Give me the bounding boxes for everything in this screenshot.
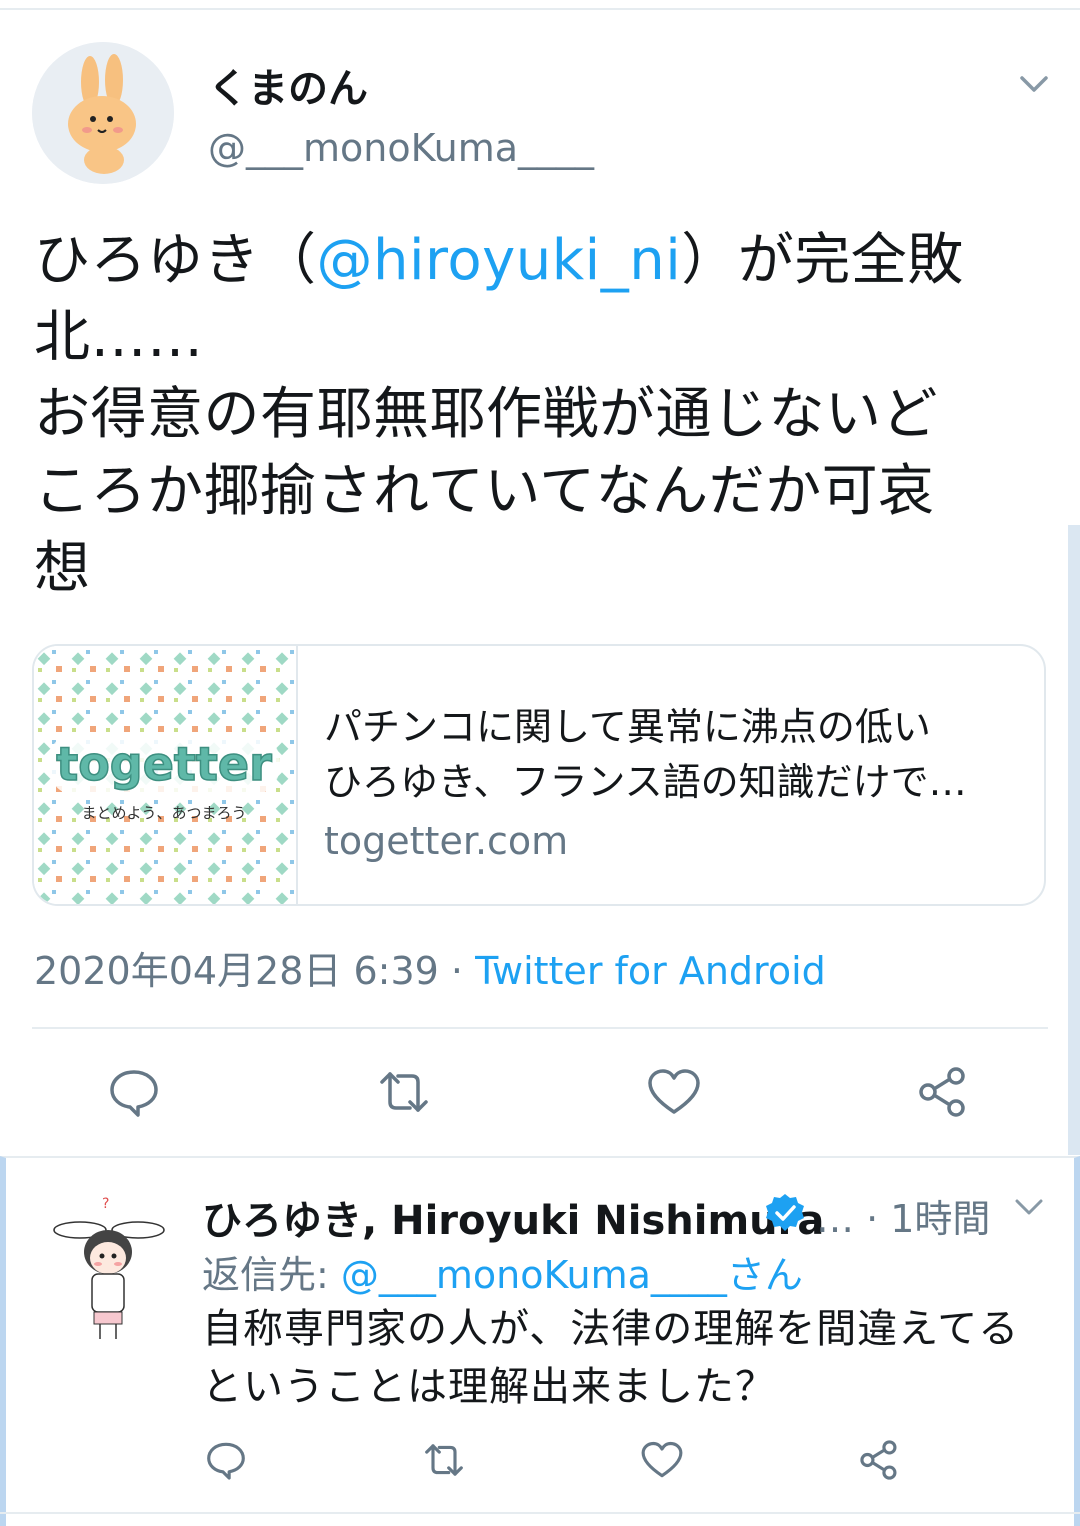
author-avatar[interactable] [32,42,174,184]
togetter-tagline: まとめよう、あつまろう [81,804,246,822]
reply-tweet[interactable]: ? ひろゆき, Hiroyuki Nishimura … · 1時間 返信先: … [0,1156,1080,1526]
like-icon[interactable] [640,1438,684,1482]
reply-to-line: 返信先: @___monoKuma____さん [202,1244,803,1299]
like-icon[interactable] [646,1064,702,1120]
timestamp: 2020年04月28日 6:39 · [34,949,476,993]
reply-icon[interactable] [204,1438,248,1482]
card-domain: togetter.com [324,819,569,863]
reply-author-name[interactable]: ひろゆき, Hiroyuki Nishimura [202,1188,824,1246]
bottom-divider [0,1512,1080,1514]
mention-link[interactable]: @hiroyuki_ni [317,228,682,293]
tweet-meta: 2020年04月28日 6:39 · Twitter for Android [34,940,826,995]
reply-time: … · 1時間 [816,1197,991,1241]
tweet-text-before: ひろゆき（ [34,228,317,293]
retweet-icon[interactable] [422,1438,466,1482]
link-card[interactable]: togetter まとめよう、あつまろう パチンコに関して異常に沸点の低い ひろ… [32,644,1046,906]
reply-author-avatar[interactable]: ? [50,1194,170,1344]
author-handle[interactable]: @___monoKuma____ [208,126,594,170]
retweet-icon[interactable] [376,1064,432,1120]
source-link[interactable]: Twitter for Android [475,949,826,993]
action-divider [32,1027,1048,1029]
reply-to-handle[interactable]: @___monoKuma____さん [341,1253,803,1297]
reply-text: 自称専門家の人が、法律の理解を間違えてる ということは理解出来ました？ [202,1306,1020,1410]
verified-badge-icon [764,1192,806,1234]
top-divider [0,8,1080,10]
chevron-down-icon[interactable] [1016,66,1052,102]
scroll-indicator[interactable] [1068,525,1080,1155]
card-thumbnail: togetter まとめよう、あつまろう [34,646,298,904]
card-title-line-1: パチンコに関して異常に沸点の低い [324,705,931,749]
card-text: パチンコに関して異常に沸点の低い ひろゆき、フランス語の知識だけで… toget… [324,700,1024,869]
togetter-logo: togetter [56,737,272,791]
share-icon[interactable] [916,1064,972,1120]
author-name[interactable]: くまのん [208,56,368,114]
chevron-down-icon[interactable] [1012,1190,1046,1224]
reply-to-label: 返信先: [202,1253,341,1297]
card-title-line-2: ひろゆき、フランス語の知識だけで… [324,760,967,804]
tweet-text: ひろゆき（@hiroyuki_ni）が完全敗 北…… お得意の有耶無耶作戦が通じ… [34,222,1044,607]
reply-icon[interactable] [106,1064,162,1120]
svg-text:?: ? [102,1196,109,1212]
share-icon[interactable] [858,1438,902,1482]
